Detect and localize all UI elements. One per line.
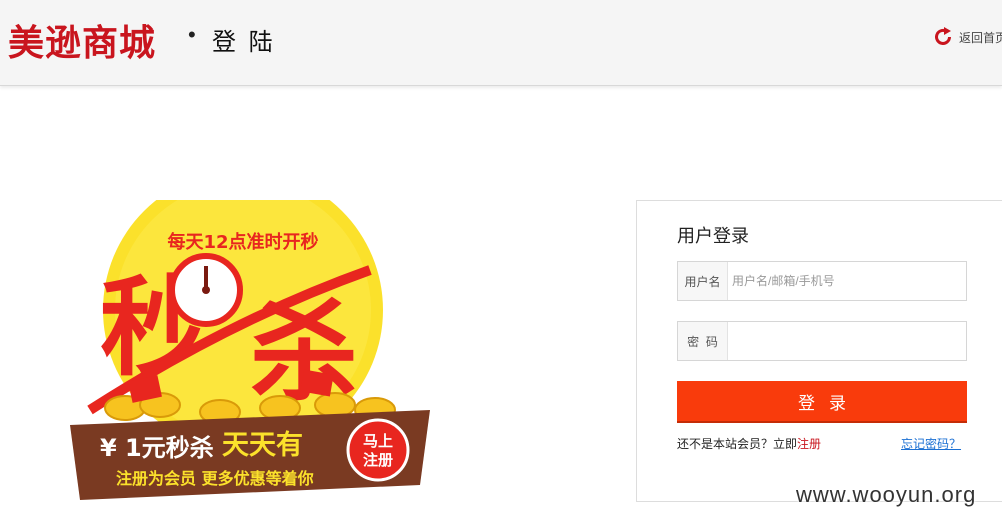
register-prompt-text: 还不是本站会员？立即: [677, 437, 798, 451]
register-now-badge: [346, 418, 410, 482]
top-header: 美逊商城 • 登 陆 返回首页: [0, 0, 1002, 86]
username-field[interactable]: 用户名: [677, 261, 967, 301]
promo-banner-price: ¥ 1元秒杀: [100, 434, 214, 462]
username-label: 用户名: [678, 262, 728, 300]
promo-top-text: 每天12点准时开秒: [167, 231, 318, 253]
back-home-link[interactable]: 返回首页: [932, 26, 1002, 48]
register-prompt: 还不是本站会员？立即注册: [677, 435, 821, 452]
badge-line-1: 马上: [363, 432, 393, 450]
badge-line-2: 注册: [363, 451, 393, 469]
seckill-promo-graphic: 每天12点准时开秒 秒 杀 ¥ 1元秒杀 天天有 注册为会员 更多优惠等着你 马…: [70, 170, 430, 500]
page-subtitle: 登 陆: [212, 29, 276, 56]
login-button[interactable]: 登录: [677, 381, 967, 421]
password-label: 密 码: [678, 322, 728, 360]
login-title: 用户登录: [677, 226, 749, 246]
title-separator: •: [188, 22, 196, 47]
refresh-icon: [935, 27, 951, 45]
site-logo[interactable]: 美逊商城: [8, 14, 156, 66]
seckill-promo-banner[interactable]: 每天12点准时开秒 秒 杀 ¥ 1元秒杀 天天有 注册为会员 更多优惠等着你 马…: [70, 170, 450, 510]
promo-banner-highlight: 天天有: [222, 430, 303, 461]
promo-banner-sub: 注册为会员 更多优惠等着你: [116, 469, 314, 488]
password-input[interactable]: [728, 322, 966, 360]
watermark: www.wooyun.org: [796, 482, 977, 507]
clock-icon: [169, 253, 243, 327]
forgot-password-link[interactable]: 忘记密码？: [901, 435, 961, 452]
register-link[interactable]: 注册: [797, 437, 821, 451]
password-field[interactable]: 密 码: [677, 321, 967, 361]
login-panel: 用户登录 用户名 密 码 登录 还不是本站会员？立即注册 忘记密码？: [636, 200, 1002, 502]
username-input[interactable]: [728, 262, 966, 300]
back-home-label: 返回首页: [959, 30, 1002, 45]
